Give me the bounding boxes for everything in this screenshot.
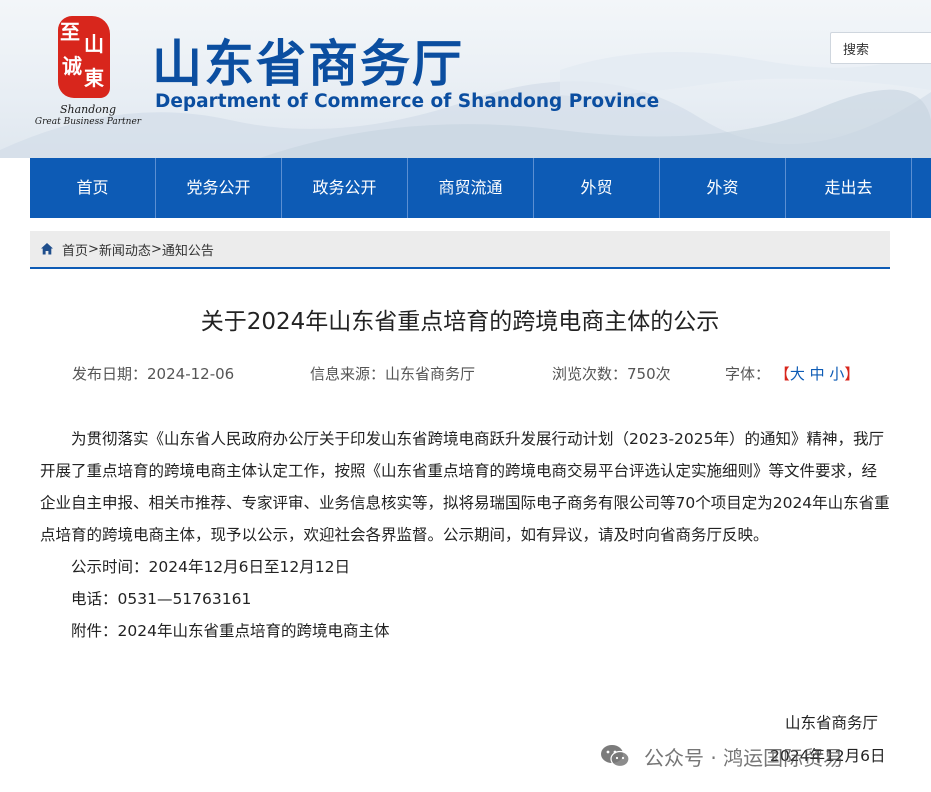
signature: 山东省商务厅 xyxy=(785,714,879,732)
article-title: 关于2024年山东省重点培育的跨境电商主体的公示 xyxy=(200,309,720,335)
view-count-value: 750次 xyxy=(627,365,671,383)
breadcrumb-news[interactable]: 新闻动态 xyxy=(99,240,151,259)
home-icon[interactable] xyxy=(40,242,54,256)
article-body: 为贯彻落实《山东省人民政府办公厅关于印发山东省跨境电商跃升发展行动计划（2023… xyxy=(40,423,890,647)
notice-period: 公示时间：2024年12月6日至12月12日 xyxy=(71,558,350,576)
publish-date-value: 2024-12-06 xyxy=(147,365,235,383)
logo-tagline: Shandong Great Business Partner xyxy=(30,104,146,128)
font-bracket-close: 】 xyxy=(844,365,860,383)
seal-char: 至 xyxy=(60,20,80,44)
font-large-button[interactable]: 大 xyxy=(790,365,805,383)
font-small-button[interactable]: 小 xyxy=(829,365,844,383)
seal-char: 诚 xyxy=(62,54,82,78)
publish-date: 发布日期：2024-12-06 xyxy=(72,364,234,384)
attachment-label: 附件： xyxy=(71,622,118,640)
nav-item-commerce[interactable]: 商贸流通 xyxy=(408,158,534,218)
wechat-icon xyxy=(601,745,630,768)
nav-item-party-affairs[interactable]: 党务公开 xyxy=(156,158,282,218)
publish-date-label: 发布日期： xyxy=(72,365,148,383)
seal-char: 東 xyxy=(84,66,104,90)
site-subtitle: Department of Commerce of Shandong Provi… xyxy=(155,91,660,112)
breadcrumb-notices[interactable]: 通知公告 xyxy=(162,240,214,259)
breadcrumb-separator: > xyxy=(150,241,162,257)
attachment-link[interactable]: 2024年山东省重点培育的跨境电商主体 xyxy=(118,622,390,640)
contact-phone: 电话：0531—51763161 xyxy=(71,590,252,608)
logo-script-partner: Great Business Partner xyxy=(34,117,142,127)
search-input[interactable]: 搜索 xyxy=(830,32,931,64)
font-size-options: 【大 中 小】 xyxy=(775,365,860,383)
font-size-label: 字体： xyxy=(725,365,771,383)
font-medium-button[interactable]: 中 xyxy=(810,365,825,383)
attachment-line: 附件：2024年山东省重点培育的跨境电商主体 xyxy=(40,615,890,647)
font-bracket-open: 【 xyxy=(774,365,790,383)
view-count: 浏览次数：750次 xyxy=(552,364,671,384)
nav-item-going-global[interactable]: 走出去 xyxy=(786,158,912,218)
nav-item-government-affairs[interactable]: 政务公开 xyxy=(282,158,408,218)
breadcrumb-home[interactable]: 首页 xyxy=(62,240,88,259)
nav-item-foreign-trade[interactable]: 外贸 xyxy=(534,158,660,218)
font-size-control: 字体： 【大 中 小】 xyxy=(725,364,859,384)
seal-char: 山 xyxy=(84,32,104,56)
article-paragraph: 为贯彻落实《山东省人民政府办公厅关于印发山东省跨境电商跃升发展行动计划（2023… xyxy=(40,430,890,544)
info-source-label: 信息来源： xyxy=(310,365,386,383)
site-header: 至 山 诚 東 Shandong Great Business Partner … xyxy=(0,0,931,158)
breadcrumb-separator: > xyxy=(88,241,99,257)
breadcrumb: 首页 > 新闻动态 > 通知公告 xyxy=(30,231,890,269)
shandong-logo-seal[interactable]: 至 山 诚 東 xyxy=(58,16,110,98)
mountain-background xyxy=(0,48,931,158)
logo-script-shandong: Shandong xyxy=(59,103,117,116)
main-nav: 首页 党务公开 政务公开 商贸流通 外贸 外资 走出去 xyxy=(30,158,931,218)
wechat-watermark: 公众号 · 鸿运国际贸易 xyxy=(600,738,843,774)
watermark-text: 公众号 · 鸿运国际贸易 xyxy=(644,745,844,770)
info-source-value: 山东省商务厅 xyxy=(385,365,476,383)
info-source: 信息来源：山东省商务厅 xyxy=(310,364,475,384)
view-count-label: 浏览次数： xyxy=(552,365,628,383)
nav-item-home[interactable]: 首页 xyxy=(30,158,156,218)
site-title[interactable]: 山东省商务厅 xyxy=(152,36,464,92)
nav-item-foreign-investment[interactable]: 外资 xyxy=(660,158,786,218)
